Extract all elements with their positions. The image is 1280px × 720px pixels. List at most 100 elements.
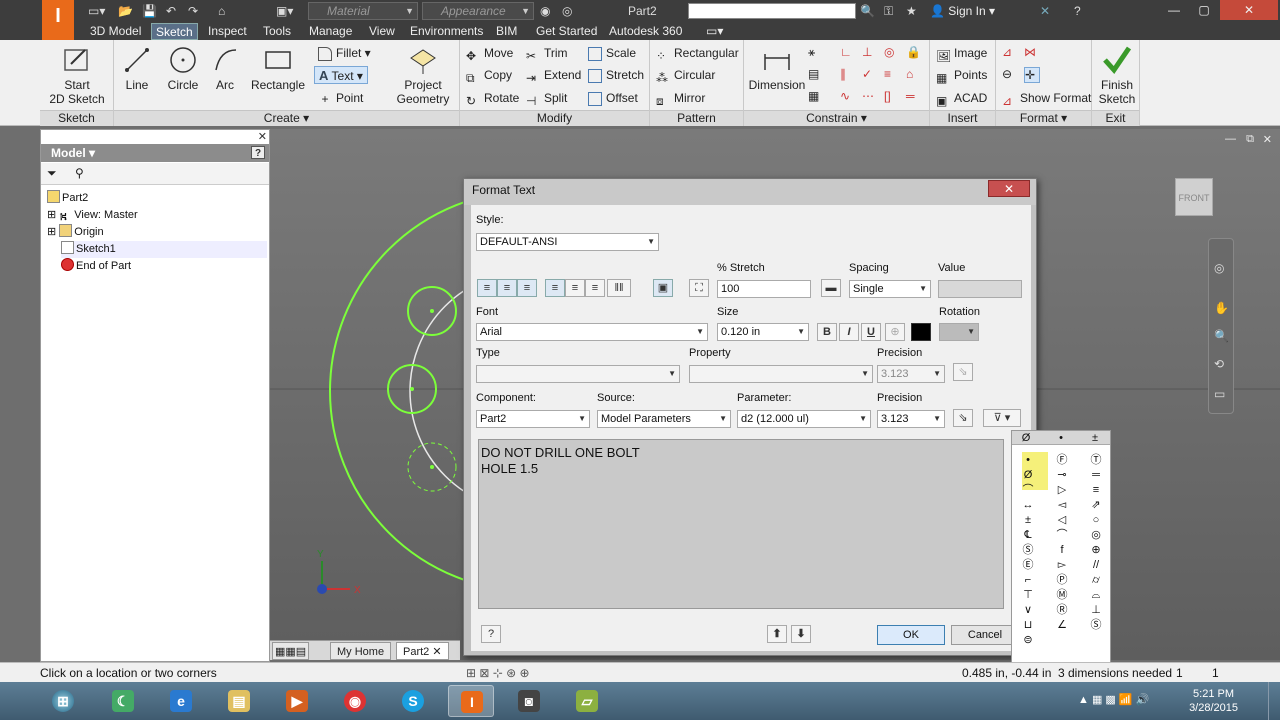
palette-tab-degree[interactable]: • (1049, 431, 1073, 445)
tab-tools[interactable]: Tools (259, 23, 295, 40)
tab-sketch[interactable]: Sketch (151, 23, 198, 40)
show-constraints-icon[interactable]: ▤ (808, 67, 824, 83)
font-dropdown[interactable]: Arial ▼ (476, 323, 708, 341)
lock-icon[interactable]: ⌂ (906, 67, 922, 83)
construction-icon[interactable]: ⊿ (1002, 45, 1018, 61)
concentric-icon[interactable]: ◎ (884, 45, 900, 61)
palette-symbol[interactable]: ⊸ (1050, 468, 1074, 482)
viewcube[interactable]: FRONT (1175, 178, 1213, 216)
offset-button[interactable]: Offset (588, 89, 638, 107)
palette-symbol[interactable]: ○ (1084, 513, 1108, 527)
spacing-dropdown[interactable]: Single ▼ (849, 280, 931, 298)
palette-symbol[interactable]: ⊥ (1084, 603, 1108, 617)
symmetric-icon[interactable]: [] (884, 89, 900, 105)
bold-button[interactable]: B (817, 323, 837, 341)
palette-symbol[interactable]: ⌒ (1016, 483, 1040, 497)
clock[interactable]: 5:21 PM 3/28/2015 (1189, 687, 1238, 715)
coincident-icon[interactable]: ∟ (840, 45, 856, 61)
project-geometry-button[interactable]: Project Geometry (394, 44, 452, 106)
palette-symbol[interactable]: ◎ (1084, 528, 1108, 542)
single-line-button[interactable]: ǁǁ (607, 279, 631, 297)
canvas-minimize-icon[interactable]: — (1225, 133, 1236, 145)
star-icon[interactable]: ★ (906, 3, 917, 19)
zoom-icon[interactable]: 🔍 (1214, 329, 1229, 343)
tab-environments[interactable]: Environments (406, 23, 487, 40)
tab-3d-model[interactable]: 3D Model (86, 23, 145, 40)
tab-bim[interactable]: BIM (492, 23, 521, 40)
find-icon[interactable]: ⚲ (75, 166, 84, 180)
key-icon[interactable]: ⚿ (884, 3, 893, 19)
help-button[interactable]: ? (1074, 3, 1081, 19)
size-dropdown[interactable]: 0.120 in ▼ (717, 323, 809, 341)
horizontal-icon[interactable]: ═ (906, 89, 922, 105)
material-dropdown[interactable]: Material ▼ (308, 2, 418, 20)
taskbar-chrome[interactable]: ◉ (332, 685, 378, 717)
palette-symbol[interactable]: ⊕ (1084, 543, 1108, 557)
tab-get-started[interactable]: Get Started (532, 23, 601, 40)
tree-item-part[interactable]: Part2 (47, 190, 88, 207)
palette-symbol[interactable]: Ⓜ (1050, 588, 1074, 602)
points-button[interactable]: ▦ Points (936, 66, 987, 85)
align-middle-button[interactable]: ≡ (565, 279, 585, 297)
palette-symbol[interactable]: f (1050, 543, 1074, 557)
tab-layout-icon[interactable]: ▦▦▤ (272, 642, 310, 660)
align-bottom-button[interactable]: ≡ (585, 279, 605, 297)
ok-button[interactable]: OK (877, 625, 945, 645)
tab-part2[interactable]: Part2 ✕ (396, 642, 449, 660)
tree-item-sketch[interactable]: Sketch1 (61, 241, 267, 258)
add-parameter-icon[interactable]: ⇘ (953, 409, 973, 427)
dimension-button[interactable]: Dimension (748, 44, 806, 92)
canvas-close-icon[interactable]: ✕ (1263, 133, 1272, 146)
panel-label-create[interactable]: Create ▾ (114, 110, 459, 126)
palette-symbol[interactable]: ∠ (1050, 618, 1074, 632)
tab-manage[interactable]: Manage (305, 23, 356, 40)
panel-label-constrain[interactable]: Constrain ▾ (744, 110, 929, 126)
palette-symbol[interactable]: ⌐ (1016, 573, 1040, 587)
tab-my-home[interactable]: My Home (330, 642, 392, 660)
rotate-button[interactable]: ↻ Rotate (466, 89, 519, 108)
trim-button[interactable]: ✂ Trim (526, 44, 568, 63)
start-button[interactable]: ⊞ (40, 685, 90, 717)
arc-button[interactable]: Arc (210, 44, 240, 92)
tab-autodesk-360[interactable]: Autodesk 360 (605, 23, 686, 40)
taskbar-inventor[interactable]: I (448, 685, 494, 717)
palette-symbol[interactable]: ⊜ (1016, 633, 1040, 647)
rectangle-button[interactable]: Rectangle (250, 44, 306, 92)
tab-view[interactable]: View (365, 23, 399, 40)
palette-tab-diameter[interactable]: Ø (1014, 431, 1038, 445)
fillet-button[interactable]: Fillet ▾ (318, 44, 371, 62)
smooth-icon[interactable]: ∿ (840, 89, 856, 105)
text-button[interactable]: A Text ▾ (314, 66, 368, 84)
finish-sketch-button[interactable]: Finish Sketch (1096, 44, 1138, 106)
fix-icon[interactable]: 🔒 (906, 45, 922, 61)
circular-pattern-button[interactable]: ⁂ Circular (656, 66, 715, 85)
underline-button[interactable]: U (861, 323, 881, 341)
italic-button[interactable]: I (839, 323, 859, 341)
source-dropdown[interactable]: Model Parameters ▼ (597, 410, 731, 428)
steering-wheel-icon[interactable]: ◎ (1214, 261, 1224, 275)
palette-symbol[interactable]: Ⓢ (1016, 543, 1040, 557)
parallel-icon[interactable]: ∥ (840, 67, 856, 83)
tree-item-origin[interactable]: ⊞ Origin (47, 224, 104, 241)
centerline-icon[interactable]: ✛ (1024, 67, 1040, 83)
align-right-button[interactable]: ≡ (517, 279, 537, 297)
stretch-input[interactable]: 100 (717, 280, 811, 298)
start-2d-sketch-button[interactable]: Start 2D Sketch (48, 44, 106, 106)
home-icon[interactable]: ⌂ (218, 3, 225, 19)
orbit-icon[interactable]: ⟲ (1214, 357, 1224, 371)
value-input[interactable] (938, 280, 1022, 298)
text-color-button[interactable] (911, 323, 931, 341)
split-button[interactable]: ⊣ Split (526, 89, 567, 108)
stack-button[interactable]: ⊕ (885, 323, 905, 341)
palette-symbol[interactable]: Ⓡ (1050, 603, 1074, 617)
align-center-button[interactable]: ≡ (497, 279, 517, 297)
collinear-icon[interactable]: ⋯ (862, 89, 878, 105)
palette-symbol[interactable]: ◅ (1050, 498, 1074, 512)
line-spacing-icon[interactable]: ▬ (821, 279, 841, 297)
palette-symbol[interactable]: ∨ (1016, 603, 1040, 617)
browser-help-icon[interactable]: ? (251, 146, 265, 159)
style-dropdown[interactable]: DEFAULT-ANSI ▼ (476, 233, 659, 251)
fit-text-button[interactable]: ▣ (653, 279, 673, 297)
tangent-icon[interactable]: ✓ (862, 67, 878, 83)
align-left-button[interactable]: ≡ (477, 279, 497, 297)
